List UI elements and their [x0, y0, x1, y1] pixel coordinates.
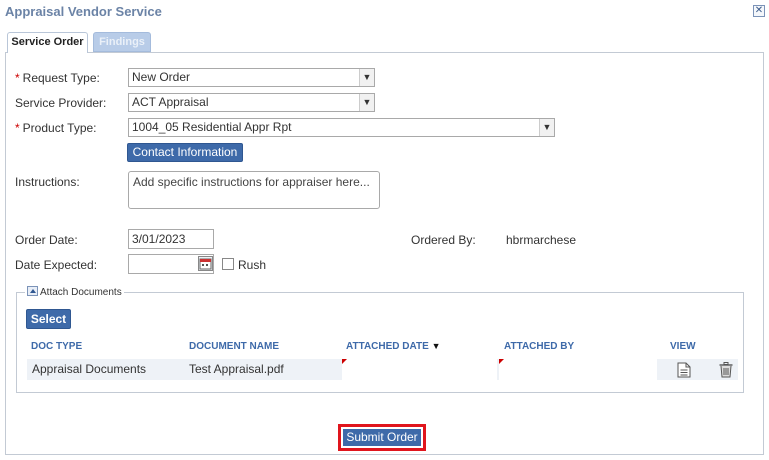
- required-marker: *: [15, 121, 20, 135]
- doc-type-cell: Appraisal Documents: [32, 362, 147, 376]
- request-type-label: * Request Type:: [15, 71, 100, 85]
- column-attached-date-label: ATTACHED DATE: [346, 341, 429, 352]
- calendar-icon[interactable]: [198, 256, 213, 271]
- chevron-down-icon[interactable]: ▼: [359, 69, 374, 86]
- attach-documents-title: Attach Documents: [40, 287, 122, 298]
- dirty-marker: [499, 359, 504, 364]
- attached-date-cell[interactable]: [342, 359, 497, 380]
- contact-information-button[interactable]: Contact Information: [127, 143, 243, 162]
- collapse-icon[interactable]: [27, 286, 38, 296]
- ordered-by-value: hbrmarchese: [506, 233, 577, 247]
- rush-label: Rush: [238, 258, 267, 272]
- attach-documents-legend: Attach Documents: [25, 286, 124, 299]
- window-title: Appraisal Vendor Service: [5, 4, 162, 19]
- product-type-label-text: Product Type:: [22, 121, 97, 135]
- document-icon[interactable]: [677, 362, 691, 378]
- service-provider-label: Service Provider:: [15, 96, 107, 110]
- request-type-select[interactable]: New Order ▼: [128, 68, 375, 87]
- title-bar: Appraisal Vendor Service ✕: [0, 0, 769, 26]
- select-button[interactable]: Select: [26, 309, 71, 329]
- service-provider-value: ACT Appraisal: [132, 95, 209, 109]
- rush-checkbox[interactable]: [222, 258, 234, 270]
- column-document-name[interactable]: DOCUMENT NAME: [189, 341, 279, 352]
- instructions-label: Instructions:: [15, 175, 80, 189]
- product-type-select[interactable]: 1004_05 Residential Appr Rpt ▼: [128, 118, 555, 137]
- tab-findings[interactable]: Findings: [93, 32, 151, 52]
- trash-icon[interactable]: [719, 362, 733, 378]
- tab-service-order[interactable]: Service Order: [7, 32, 88, 53]
- required-marker: *: [15, 71, 20, 85]
- submit-order-button[interactable]: Submit Order: [343, 429, 421, 446]
- chevron-down-icon[interactable]: ▼: [539, 119, 554, 136]
- request-type-label-text: Request Type:: [22, 71, 100, 85]
- close-icon[interactable]: ✕: [753, 5, 765, 17]
- order-date-value: 3/01/2023: [132, 232, 186, 246]
- sort-desc-icon: ▼: [431, 341, 441, 351]
- chevron-down-icon[interactable]: ▼: [359, 94, 374, 111]
- column-view[interactable]: VIEW: [670, 341, 696, 352]
- ordered-by-label: Ordered By:: [411, 233, 476, 247]
- order-date-input[interactable]: 3/01/2023: [128, 229, 214, 249]
- column-doc-type[interactable]: DOC TYPE: [31, 341, 82, 352]
- column-attached-by[interactable]: ATTACHED BY: [504, 341, 574, 352]
- instructions-textarea[interactable]: Add specific instructions for appraiser …: [128, 171, 380, 209]
- dirty-marker: [342, 359, 347, 364]
- request-type-value: New Order: [132, 70, 191, 84]
- service-provider-select[interactable]: ACT Appraisal ▼: [128, 93, 375, 112]
- date-expected-label: Date Expected:: [15, 258, 98, 272]
- table-row[interactable]: Appraisal Documents Test Appraisal.pdf: [27, 359, 738, 380]
- column-attached-date[interactable]: ATTACHED DATE ▼: [346, 341, 440, 352]
- order-date-label: Order Date:: [15, 233, 78, 247]
- document-name-cell: Test Appraisal.pdf: [189, 362, 284, 376]
- attach-documents-section: Attach Documents Select DOC TYPE DOCUMEN…: [16, 286, 744, 393]
- product-type-label: * Product Type:: [15, 121, 97, 135]
- service-order-panel: * Request Type: New Order ▼ Service Provi…: [5, 52, 764, 455]
- product-type-value: 1004_05 Residential Appr Rpt: [132, 120, 292, 134]
- attached-by-cell[interactable]: [499, 359, 657, 380]
- instructions-placeholder: Add specific instructions for appraiser …: [133, 175, 370, 189]
- submit-highlight: Submit Order: [338, 424, 426, 451]
